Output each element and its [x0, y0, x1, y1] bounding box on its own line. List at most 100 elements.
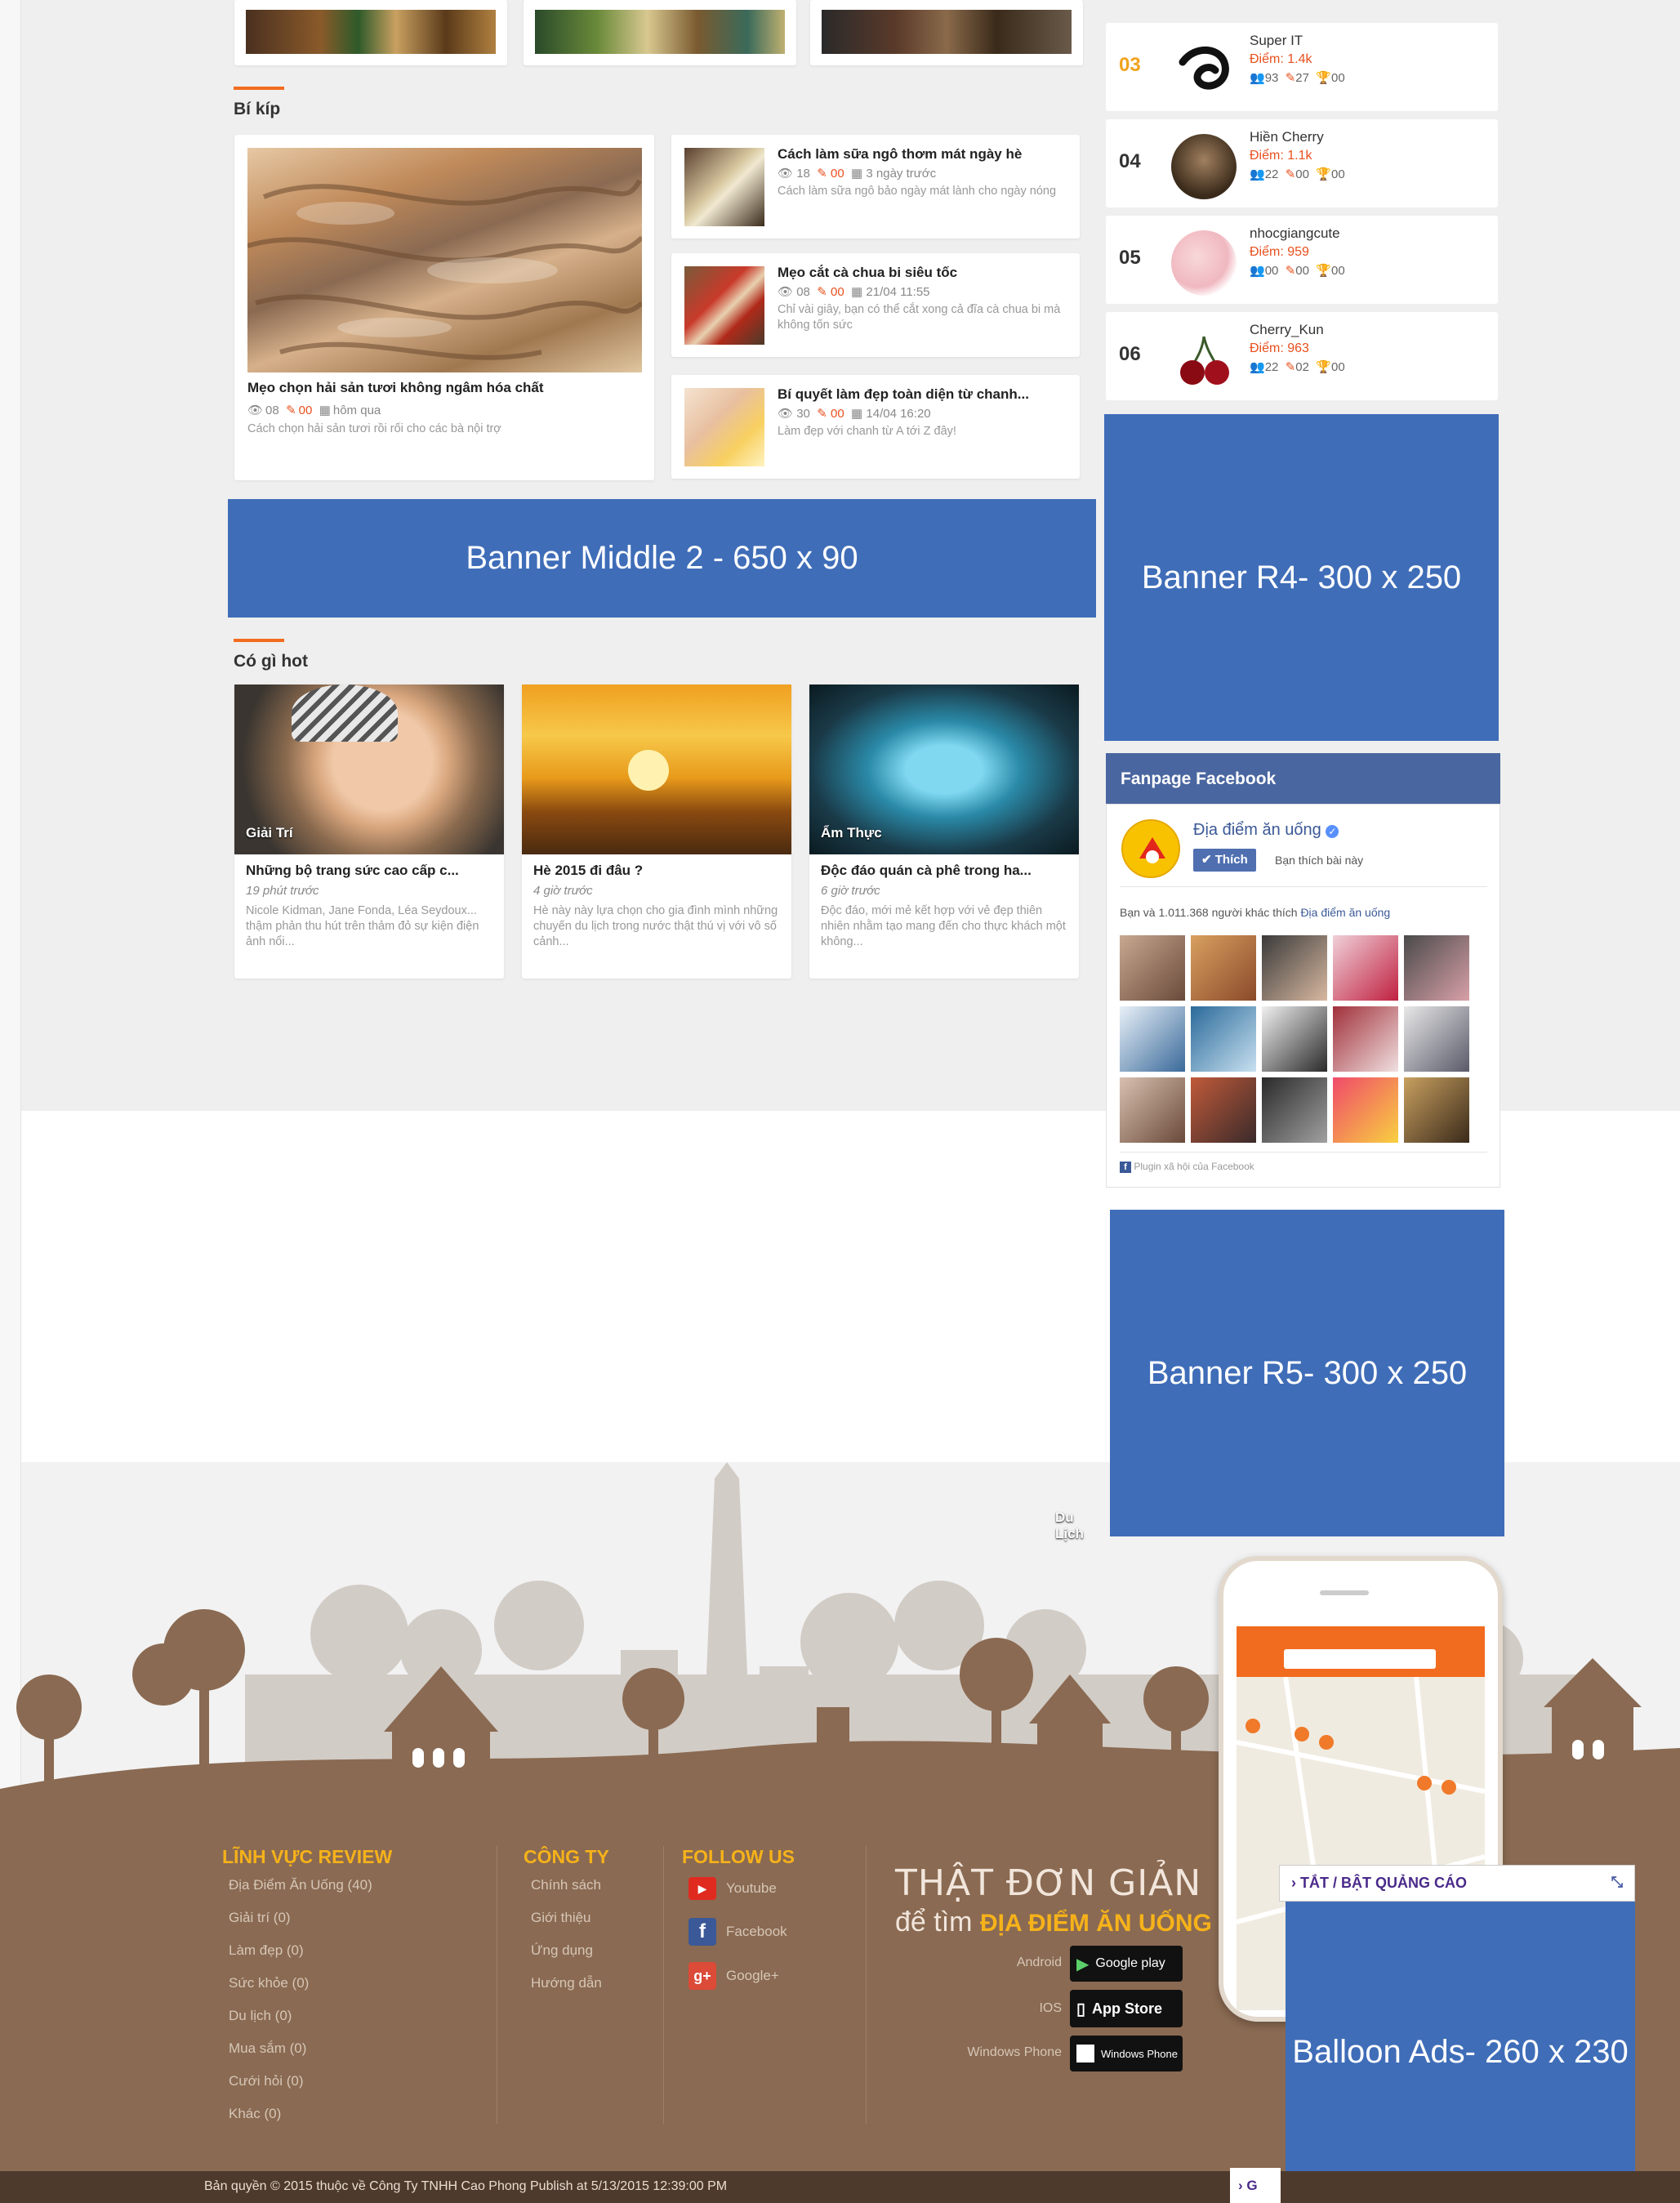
hot-category-label[interactable]: Ẩm Thực — [821, 825, 882, 841]
collapsed-tab-label: G — [1246, 2178, 1258, 2193]
comment-icon: ✎ — [817, 167, 827, 181]
fan-avatar[interactable] — [1404, 1006, 1469, 1072]
app-store-badge[interactable]: ▯ App Store — [1070, 1990, 1183, 2027]
google-plus-link[interactable]: g+ Google+ — [688, 1962, 779, 1990]
rank-score: Điểm: 963 — [1250, 341, 1309, 355]
youtube-icon: ▶ — [688, 1877, 716, 1900]
fan-avatar[interactable] — [1404, 1077, 1469, 1143]
google-play-badge[interactable]: ▶ Google play — [1070, 1946, 1183, 1982]
footer-link[interactable]: Giới thiệu — [531, 1910, 591, 1926]
eye-icon: 👁 — [778, 167, 794, 181]
featured-article-title[interactable]: Mẹo chọn hải sản tươi không ngâm hóa chấ… — [247, 380, 639, 396]
hot-card-1[interactable]: Giải Trí Những bộ trang sức cao cấp c...… — [234, 685, 504, 979]
bi-kip-featured-card[interactable]: Mẹo chọn hải sản tươi không ngâm hóa chấ… — [234, 135, 654, 480]
avatar[interactable] — [1171, 327, 1237, 392]
footer-link[interactable]: Làm đẹp (0) — [229, 1942, 304, 1959]
fan-avatar[interactable] — [1191, 935, 1256, 1001]
hot-title[interactable]: Độc đáo quán cà phê trong ha... — [821, 863, 1071, 879]
footer-link[interactable]: Khác (0) — [229, 2106, 281, 2122]
fan-avatar[interactable] — [1333, 1006, 1398, 1072]
item-title[interactable]: Mẹo cắt cà chua bi siêu tốc — [778, 265, 1072, 281]
hot-title[interactable]: Những bộ trang sức cao cấp c... — [246, 863, 496, 879]
footer-link[interactable]: Chính sách — [531, 1877, 601, 1893]
fan-avatar[interactable] — [1404, 935, 1469, 1001]
footer-link[interactable]: Hướng dẫn — [531, 1975, 602, 1991]
followers-count: 22 — [1264, 167, 1279, 181]
hot-card-3[interactable]: Ẩm Thực Độc đáo quán cà phê trong ha... … — [809, 685, 1079, 979]
collapse-icon[interactable]: ⤡ — [1611, 1874, 1623, 1891]
posts-count: 02 — [1295, 360, 1309, 374]
fb-plugin-row[interactable]: f Plugin xã hội của Facebook — [1120, 1161, 1254, 1173]
rank-stats: 👥00 ✎00 🏆00 — [1250, 263, 1345, 278]
bi-kip-item-2[interactable]: Mẹo cắt cà chua bi siêu tốc 👁 08 ✎ 00 ▦ … — [671, 253, 1080, 357]
item-title[interactable]: Bí quyết làm đẹp toàn diện từ chanh... — [778, 386, 1072, 403]
page-name-row[interactable]: Địa điểm ăn uống ✓ — [1193, 821, 1339, 840]
eye-icon: 👁 — [247, 404, 264, 417]
posts-count: 27 — [1295, 71, 1309, 85]
post-time: 21/04 11:55 — [866, 285, 930, 299]
rank-user-name[interactable]: nhocgiangcute — [1250, 225, 1340, 242]
balloon-ads[interactable]: Balloon Ads- 260 x 230 — [1286, 1902, 1635, 2203]
likes-count: 00 — [1331, 264, 1345, 278]
footer-link-label: Facebook — [726, 1924, 787, 1939]
slogan-prefix: để tìm — [895, 1906, 980, 1938]
youtube-link[interactable]: ▶ Youtube — [688, 1877, 777, 1900]
fan-avatar[interactable] — [1262, 935, 1327, 1001]
ranking-item-06[interactable]: 06 Cherry_Kun Điểm: 963 👥22 ✎02 🏆00 — [1106, 312, 1498, 400]
fan-avatar[interactable] — [1120, 935, 1185, 1001]
rank-user-name[interactable]: Hiền Cherry — [1250, 129, 1324, 145]
ranking-item-05[interactable]: 05 nhocgiangcute Điểm: 959 👥00 ✎00 🏆00 — [1106, 216, 1498, 304]
hot-card-2[interactable]: Du Lịch Hè 2015 đi đâu ? 4 giờ trước Hè … — [522, 685, 1084, 1541]
banner-middle-2[interactable]: Banner Middle 2 - 650 x 90 — [228, 499, 1096, 618]
ads-toggle-bar[interactable]: › TẮT / BẬT QUẢNG CÁO ⤡ — [1279, 1865, 1635, 1902]
posts-icon: ✎ — [1285, 167, 1296, 181]
page-link[interactable]: Địa điểm ăn uống — [1300, 906, 1390, 919]
fan-avatar[interactable] — [1262, 1006, 1327, 1072]
fan-avatar[interactable] — [1120, 1006, 1185, 1072]
hot-category-label[interactable]: Giải Trí — [246, 825, 293, 841]
rank-user-name[interactable]: Cherry_Kun — [1250, 322, 1324, 338]
avatar[interactable] — [1171, 134, 1237, 199]
food-card-top-3[interactable] — [810, 0, 1083, 65]
avatar[interactable] — [1171, 230, 1237, 296]
footer-link[interactable]: Địa Điểm Ăn Uống (40) — [229, 1877, 372, 1893]
windows-phone-badge[interactable]: Windows Phone — [1070, 2036, 1183, 2071]
fan-avatar[interactable] — [1333, 1077, 1398, 1143]
food-card-top-1[interactable] — [234, 0, 507, 65]
bi-kip-item-3[interactable]: Bí quyết làm đẹp toàn diện từ chanh... 👁… — [671, 375, 1080, 479]
comment-count: 00 — [831, 167, 844, 181]
footer-link[interactable]: Ứng dụng — [531, 1942, 593, 1959]
avatar[interactable] — [1171, 38, 1237, 103]
fan-avatar[interactable] — [1191, 1006, 1256, 1072]
facebook-link[interactable]: f Facebook — [688, 1918, 787, 1946]
footer-link[interactable]: Du lịch (0) — [229, 2008, 292, 2024]
footer-link[interactable]: Sức khỏe (0) — [229, 1975, 309, 1991]
banner-r4[interactable]: Banner R4- 300 x 250 — [1104, 414, 1499, 741]
page-name[interactable]: Địa điểm ăn uống — [1193, 821, 1321, 839]
check-icon: ✔ — [1201, 853, 1212, 867]
ranking-item-04[interactable]: 04 Hiền Cherry Điểm: 1.1k 👥22 ✎00 🏆00 — [1106, 119, 1498, 207]
view-count: 08 — [265, 404, 279, 417]
hot-title[interactable]: Hè 2015 đi đâu ? — [533, 863, 783, 879]
page-logo[interactable] — [1121, 819, 1180, 878]
banner-label: Banner Middle 2 - 650 x 90 — [466, 540, 858, 576]
footer-link[interactable]: Mua sắm (0) — [229, 2040, 306, 2057]
fan-avatar[interactable] — [1191, 1077, 1256, 1143]
post-time: hôm qua — [332, 404, 381, 417]
rank-number: 03 — [1119, 54, 1141, 76]
like-button-label: Thích — [1214, 853, 1248, 867]
footer-link[interactable]: Cưới hỏi (0) — [229, 2073, 304, 2089]
bi-kip-item-1[interactable]: Cách làm sữa ngô thơm mát ngày hè 👁 18 ✎… — [671, 135, 1080, 239]
balloon-collapsed-tab[interactable]: › G — [1230, 2168, 1281, 2203]
like-button[interactable]: ✔ Thích — [1193, 849, 1256, 872]
footer-link[interactable]: Giải trí (0) — [229, 1910, 291, 1926]
item-thumbnail — [684, 388, 764, 466]
item-title[interactable]: Cách làm sữa ngô thơm mát ngày hè — [778, 146, 1072, 163]
rank-user-name[interactable]: Super IT — [1250, 33, 1303, 49]
fan-avatar[interactable] — [1333, 935, 1398, 1001]
food-card-top-2[interactable] — [524, 0, 796, 65]
hot-image-sunset — [522, 685, 791, 854]
fan-avatar[interactable] — [1262, 1077, 1327, 1143]
fan-avatar[interactable] — [1120, 1077, 1185, 1143]
ranking-item-03[interactable]: 03 Super IT Điểm: 1.4k 👥93 ✎27 🏆00 — [1106, 23, 1498, 111]
